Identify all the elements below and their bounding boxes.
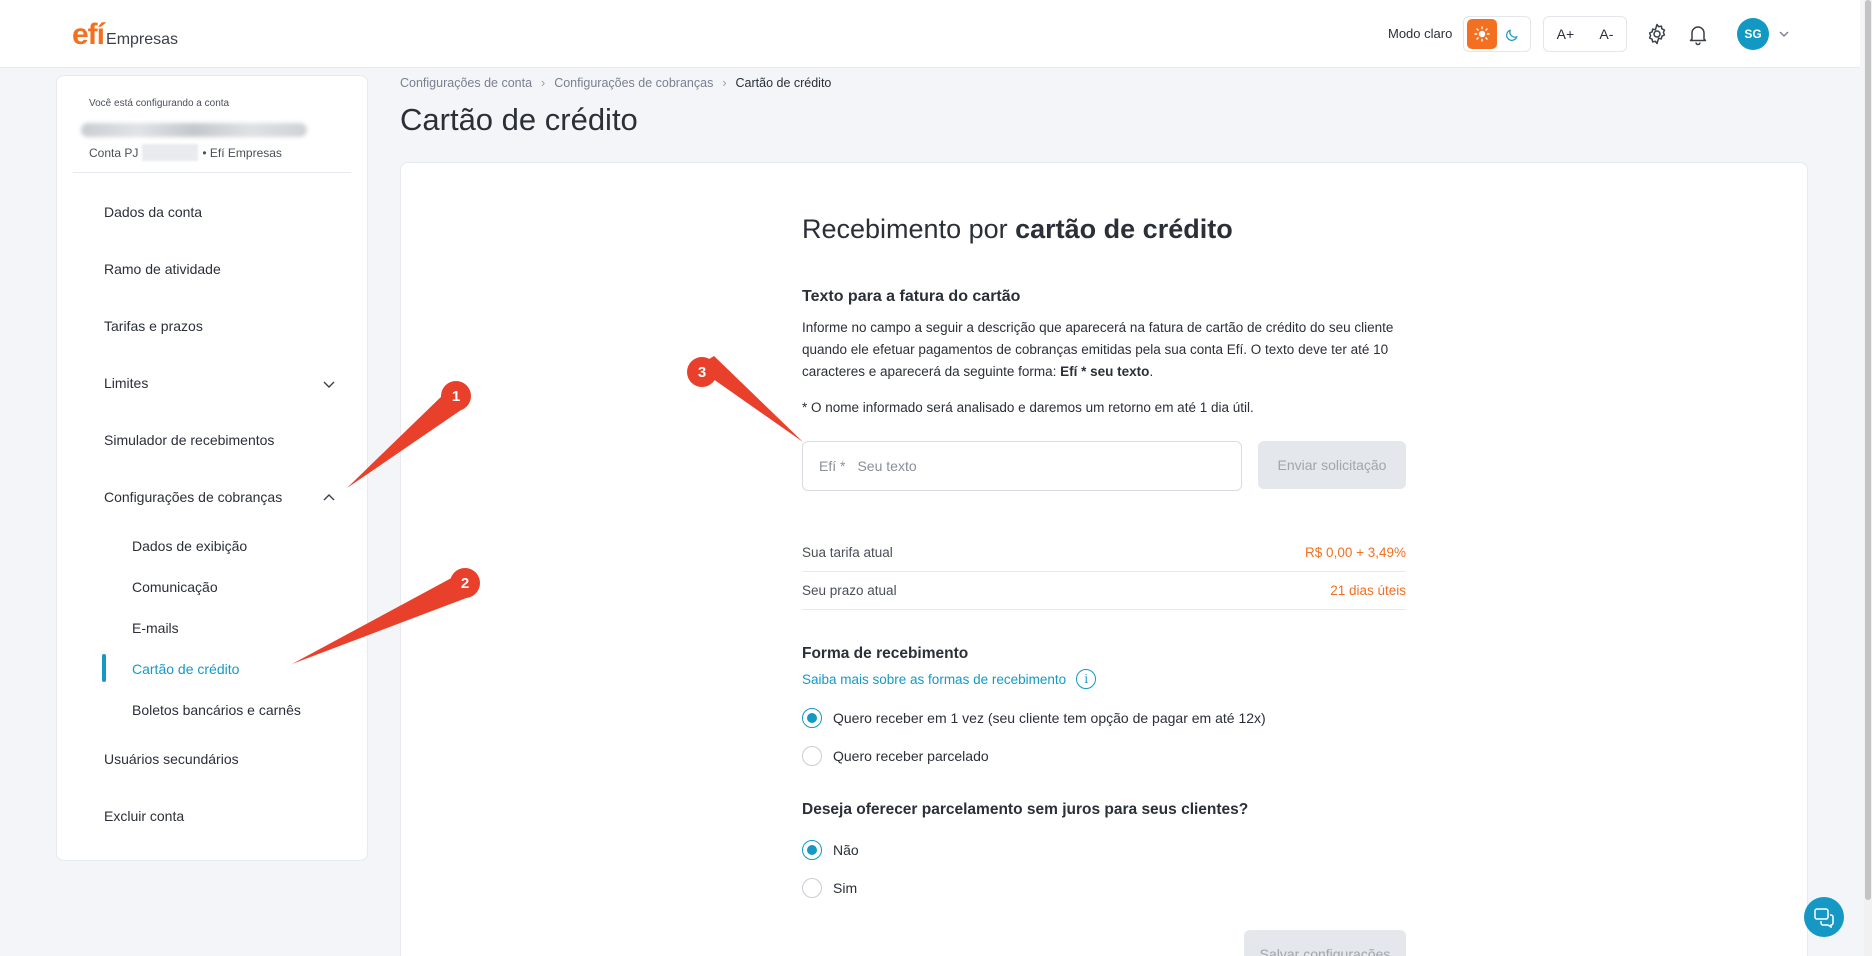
account-line: Conta PJ • Efí Empresas xyxy=(89,144,282,161)
sidebar-subitem-dados-de-exibicao[interactable]: Dados de exibição xyxy=(132,538,247,554)
tariff-label: Sua tarifa atual xyxy=(802,545,893,560)
description-bold: Efí * seu texto xyxy=(1060,364,1150,379)
dark-mode-button[interactable] xyxy=(1497,19,1527,49)
info-icon[interactable]: i xyxy=(1076,669,1097,689)
radio-checked-icon[interactable] xyxy=(802,840,822,860)
installment-heading: Deseja oferecer parcelamento sem juros p… xyxy=(802,801,1249,818)
avatar[interactable]: SG xyxy=(1737,18,1769,50)
font-increase-button[interactable]: A+ xyxy=(1557,26,1575,42)
account-number-redacted xyxy=(142,144,199,161)
term-label: Seu prazo atual xyxy=(802,583,897,598)
section-title-prefix: Recebimento por xyxy=(802,214,1016,244)
sidebar-item-limites[interactable]: Limites xyxy=(104,375,148,391)
sidebar-subitem-emails[interactable]: E-mails xyxy=(132,620,179,636)
breadcrumb-separator: › xyxy=(541,76,546,90)
font-decrease-button[interactable]: A- xyxy=(1599,26,1613,42)
radio-no-interest-no[interactable]: Não xyxy=(802,840,859,860)
radio-label: Quero receber em 1 vez (seu cliente tem … xyxy=(833,710,1266,726)
breadcrumb: Configurações de conta › Configurações d… xyxy=(400,76,831,90)
radio-receive-installments[interactable]: Quero receber parcelado xyxy=(802,746,989,766)
radio-checked-icon[interactable] xyxy=(802,708,822,728)
sidebar-item-simulador[interactable]: Simulador de recebimentos xyxy=(104,432,274,448)
account-type: Conta PJ xyxy=(89,145,139,160)
sidebar-subitem-cartao-de-credito[interactable]: Cartão de crédito xyxy=(132,661,239,677)
sidebar-item-usuarios-secundarios[interactable]: Usuários secundários xyxy=(104,751,239,767)
invoice-text-field[interactable]: Efí * xyxy=(802,441,1242,491)
chevron-down-icon[interactable] xyxy=(1778,28,1790,40)
breadcrumb-link[interactable]: Configurações de conta xyxy=(400,76,532,90)
active-indicator xyxy=(102,654,106,682)
receive-info-link[interactable]: Saiba mais sobre as formas de recebiment… xyxy=(802,669,1097,689)
breadcrumb-current: Cartão de crédito xyxy=(735,76,832,90)
radio-no-interest-yes[interactable]: Sim xyxy=(802,878,857,898)
breadcrumb-separator: › xyxy=(722,76,727,90)
sidebar-item-ramo-de-atividade[interactable]: Ramo de atividade xyxy=(104,261,221,277)
tariff-row: Sua tarifa atual R$ 0,00 + 3,49% xyxy=(802,534,1406,572)
mode-label: Modo claro xyxy=(1388,26,1453,41)
invoice-heading: Texto para a fatura do cartão xyxy=(802,288,1021,305)
sidebar-item-tarifas-e-prazos[interactable]: Tarifas e prazos xyxy=(104,318,203,334)
chevron-down-icon[interactable] xyxy=(322,377,336,391)
sidebar-subitem-boletos[interactable]: Boletos bancários e carnês xyxy=(132,702,301,718)
tariff-value: R$ 0,00 + 3,49% xyxy=(1305,545,1406,560)
analysis-note: * O nome informado será analisado e dare… xyxy=(802,400,1254,415)
term-row: Seu prazo atual 21 dias úteis xyxy=(802,572,1406,610)
top-header: efí Empresas Modo claro A+ A- SG xyxy=(0,0,1860,68)
sidebar-item-configuracoes-de-cobrancas[interactable]: Configurações de cobranças xyxy=(104,489,282,505)
settings-sidebar: Você está configurando a conta Conta PJ … xyxy=(56,75,368,861)
theme-toggle xyxy=(1463,16,1531,52)
sidebar-divider xyxy=(73,172,351,173)
light-mode-button[interactable] xyxy=(1467,19,1497,49)
chevron-up-icon[interactable] xyxy=(322,491,336,505)
annotation-badge-1: 1 xyxy=(441,381,471,411)
annotation-badge-2: 2 xyxy=(450,568,480,598)
input-prefix: Efí * xyxy=(819,458,846,474)
page-title: Cartão de crédito xyxy=(400,102,638,137)
invoice-description: Informe no campo a seguir a descrição qu… xyxy=(802,317,1412,383)
bell-icon[interactable] xyxy=(1686,22,1710,46)
radio-unchecked-icon[interactable] xyxy=(802,746,822,766)
description-end: . xyxy=(1149,364,1154,379)
sun-icon xyxy=(1474,26,1490,42)
radio-unchecked-icon[interactable] xyxy=(802,878,822,898)
save-settings-button[interactable]: Salvar configurações xyxy=(1244,930,1406,956)
receive-heading: Forma de recebimento xyxy=(802,645,969,662)
efi-logo[interactable]: efí Empresas xyxy=(72,18,178,52)
logo-text: Empresas xyxy=(106,31,179,48)
invoice-text-input[interactable] xyxy=(857,458,1158,474)
account-caption: Você está configurando a conta xyxy=(89,98,230,109)
section-title-bold: cartão de crédito xyxy=(1015,214,1233,244)
gear-icon[interactable] xyxy=(1645,22,1669,46)
breadcrumb-link[interactable]: Configurações de cobranças xyxy=(554,76,713,90)
font-size-controls: A+ A- xyxy=(1543,16,1627,52)
account-suffix: • Efí Empresas xyxy=(202,145,282,160)
annotation-badge-3: 3 xyxy=(687,357,717,387)
logo-mark: efí xyxy=(72,18,105,51)
radio-label: Sim xyxy=(833,880,858,896)
radio-label: Não xyxy=(833,842,859,858)
sidebar-subitem-comunicacao[interactable]: Comunicação xyxy=(132,579,218,595)
sidebar-item-dados-da-conta[interactable]: Dados da conta xyxy=(104,204,202,220)
radio-label: Quero receber parcelado xyxy=(833,748,989,764)
chat-icon xyxy=(1814,908,1834,928)
term-value: 21 dias úteis xyxy=(1330,583,1406,598)
chat-support-button[interactable] xyxy=(1804,897,1844,937)
account-name-redacted xyxy=(81,123,307,137)
radio-receive-once[interactable]: Quero receber em 1 vez (seu cliente tem … xyxy=(802,708,1266,728)
section-title: Recebimento por cartão de crédito xyxy=(802,214,1233,245)
moon-icon xyxy=(1505,28,1518,41)
receive-link-text[interactable]: Saiba mais sobre as formas de recebiment… xyxy=(802,672,1066,687)
sidebar-item-excluir-conta[interactable]: Excluir conta xyxy=(104,808,184,824)
page-scrollbar-thumb[interactable] xyxy=(1865,0,1871,900)
submit-request-button[interactable]: Enviar solicitação xyxy=(1258,441,1406,489)
